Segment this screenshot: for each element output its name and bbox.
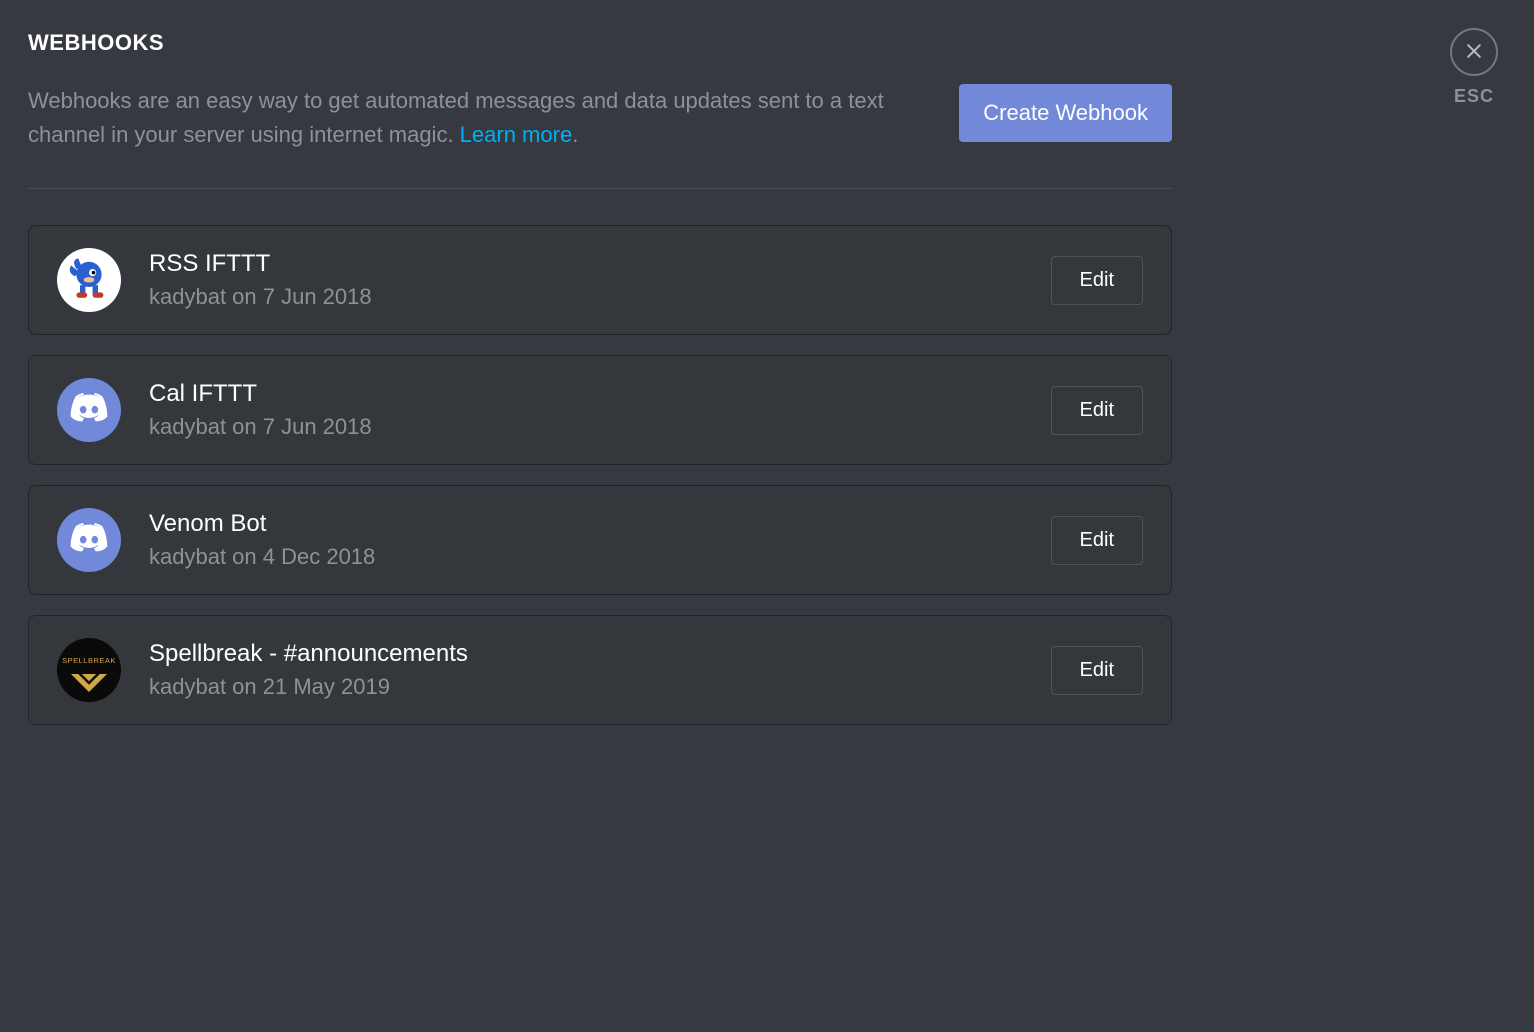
description-text: Webhooks are an easy way to get automate… — [28, 88, 884, 147]
description-suffix: . — [572, 122, 578, 147]
webhook-meta: kadybat on 21 May 2019 — [149, 674, 1023, 700]
close-area: ESC — [1450, 28, 1498, 107]
webhook-name: Cal IFTTT — [149, 380, 1023, 408]
webhook-avatar — [57, 378, 121, 442]
close-icon — [1464, 41, 1484, 64]
webhook-meta: kadybat on 4 Dec 2018 — [149, 544, 1023, 570]
spellbreak-icon: SPELLBREAK — [62, 656, 116, 665]
webhook-avatar: SPELLBREAK — [57, 638, 121, 702]
learn-more-link[interactable]: Learn more — [460, 122, 573, 147]
webhook-card: Cal IFTTT kadybat on 7 Jun 2018 Edit — [28, 355, 1172, 465]
webhooks-description: Webhooks are an easy way to get automate… — [28, 84, 898, 152]
close-button[interactable] — [1450, 28, 1498, 76]
webhook-avatar — [57, 248, 121, 312]
webhook-meta: kadybat on 7 Jun 2018 — [149, 414, 1023, 440]
webhook-info: RSS IFTTT kadybat on 7 Jun 2018 — [149, 250, 1023, 310]
edit-button[interactable]: Edit — [1051, 386, 1143, 435]
webhook-name: Spellbreak - #announcements — [149, 640, 1023, 668]
webhook-info: Spellbreak - #announcements kadybat on 2… — [149, 640, 1023, 700]
webhook-info: Cal IFTTT kadybat on 7 Jun 2018 — [149, 380, 1023, 440]
webhook-card: Venom Bot kadybat on 4 Dec 2018 Edit — [28, 485, 1172, 595]
create-webhook-button[interactable]: Create Webhook — [959, 84, 1172, 142]
discord-icon — [69, 393, 109, 428]
webhook-name: RSS IFTTT — [149, 250, 1023, 278]
webhook-list: RSS IFTTT kadybat on 7 Jun 2018 Edit Cal… — [28, 225, 1172, 725]
webhook-name: Venom Bot — [149, 510, 1023, 538]
header-row: Webhooks are an easy way to get automate… — [28, 84, 1172, 189]
discord-icon — [69, 523, 109, 558]
webhook-meta: kadybat on 7 Jun 2018 — [149, 284, 1023, 310]
sonic-icon — [62, 251, 116, 310]
webhook-card: RSS IFTTT kadybat on 7 Jun 2018 Edit — [28, 225, 1172, 335]
edit-button[interactable]: Edit — [1051, 256, 1143, 305]
webhook-info: Venom Bot kadybat on 4 Dec 2018 — [149, 510, 1023, 570]
edit-button[interactable]: Edit — [1051, 516, 1143, 565]
esc-label: ESC — [1454, 86, 1494, 107]
webhook-card: SPELLBREAK Spellbreak - #announcements k… — [28, 615, 1172, 725]
edit-button[interactable]: Edit — [1051, 646, 1143, 695]
page-title: WEBHOOKS — [28, 30, 1172, 56]
webhook-avatar — [57, 508, 121, 572]
